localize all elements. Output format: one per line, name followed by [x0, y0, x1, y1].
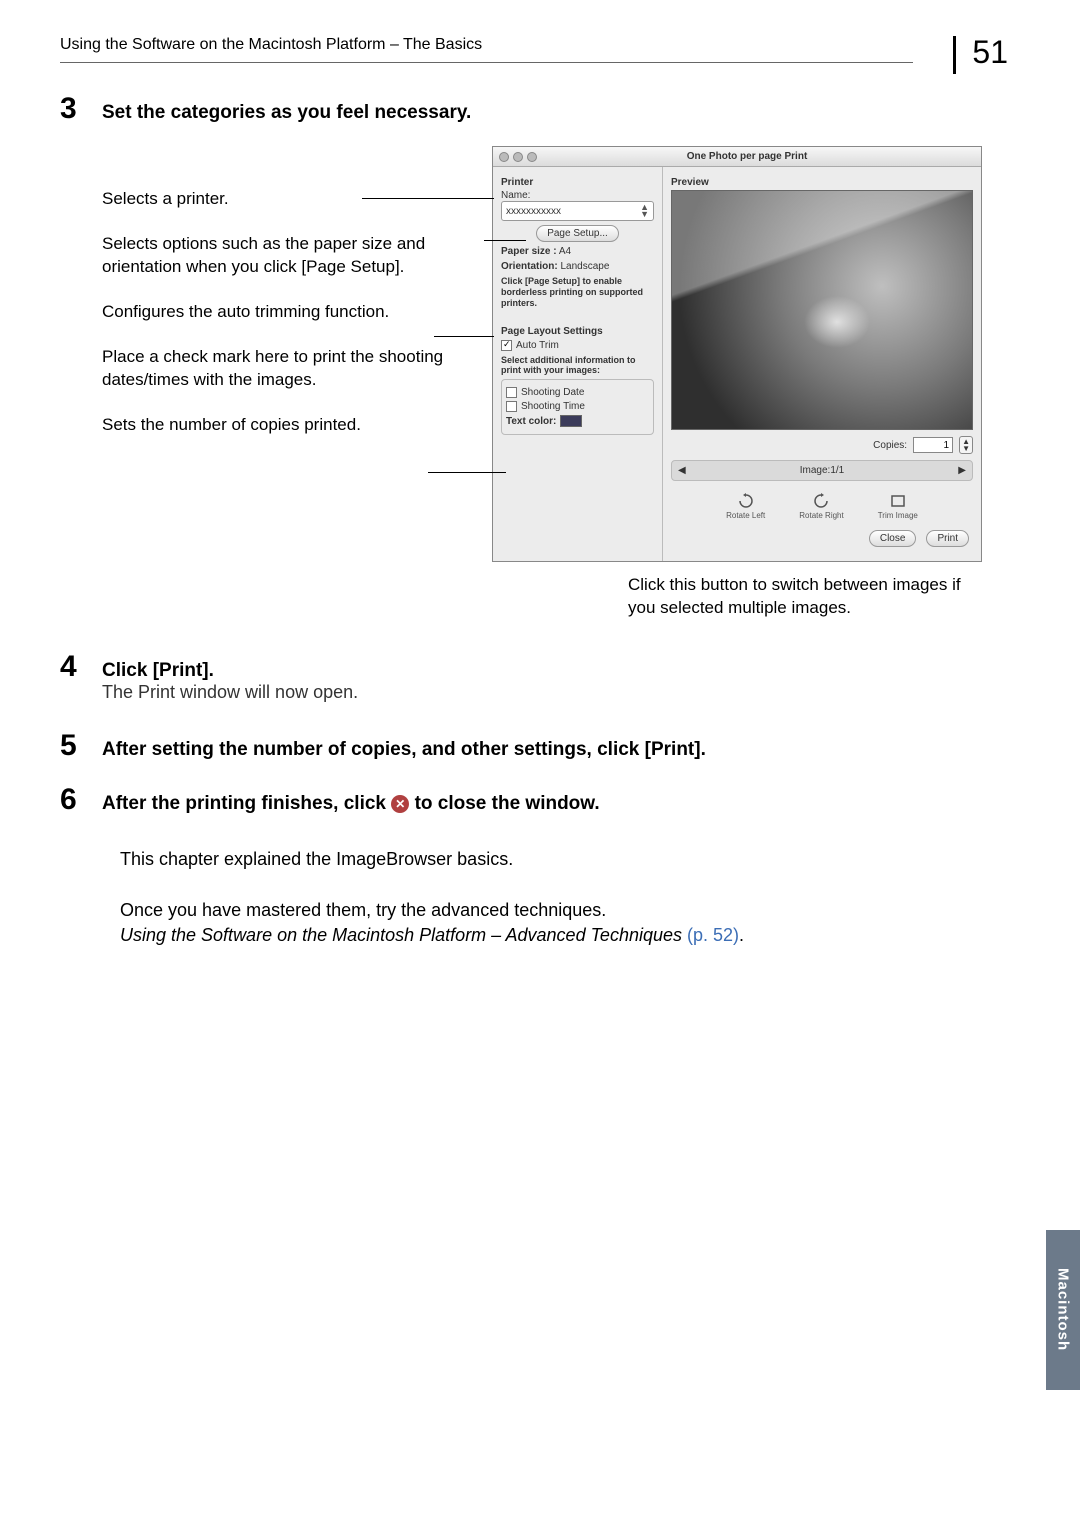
printer-select[interactable]: xxxxxxxxxxx ▲▼	[501, 201, 654, 221]
paper-size-value: A4	[559, 246, 571, 257]
additional-info-label: Select additional information to print w…	[501, 355, 654, 375]
checkbox-icon	[506, 387, 517, 398]
step-5-text: After setting the number of copies, and …	[102, 739, 706, 761]
rotate-left-icon	[737, 493, 755, 509]
window-close-icon: ✕	[391, 795, 409, 813]
callout-page-setup: Selects options such as the paper size a…	[102, 233, 492, 279]
shooting-time-checkbox[interactable]: Shooting Time	[506, 401, 649, 412]
name-label: Name:	[501, 190, 654, 201]
dialog-title: One Photo per page Print	[543, 151, 981, 162]
copies-input[interactable]	[913, 437, 953, 453]
preview-image	[671, 190, 973, 430]
paper-size-label: Paper size :	[501, 246, 557, 257]
shooting-time-label: Shooting Time	[521, 401, 585, 412]
printer-select-value: xxxxxxxxxxx	[506, 206, 561, 217]
zoom-icon[interactable]	[527, 152, 537, 162]
rotate-right-icon	[812, 493, 830, 509]
leader-line	[434, 336, 494, 337]
checkbox-icon	[501, 340, 512, 351]
leader-line	[362, 198, 494, 199]
step-6-number: 6	[60, 783, 102, 817]
shooting-date-label: Shooting Date	[521, 387, 584, 398]
shooting-date-checkbox[interactable]: Shooting Date	[506, 387, 649, 398]
chevron-updown-icon: ▲▼	[640, 204, 649, 218]
layout-heading: Page Layout Settings	[501, 326, 654, 337]
minimize-icon[interactable]	[513, 152, 523, 162]
side-tab-macintosh: Macintosh	[1046, 1230, 1080, 1390]
step-3-number: 3	[60, 92, 102, 126]
borderless-note: Click [Page Setup] to enable borderless …	[501, 276, 654, 308]
rotate-left-button[interactable]: Rotate Left	[726, 493, 765, 520]
page-setup-button[interactable]: Page Setup...	[536, 225, 619, 242]
printer-section-label: Printer	[501, 177, 654, 188]
checkbox-icon	[506, 401, 517, 412]
copies-stepper[interactable]: ▲▼	[959, 436, 973, 454]
page-reference-link[interactable]: (p. 52)	[687, 925, 739, 945]
step-5-number: 5	[60, 729, 102, 763]
page-number: 51	[953, 36, 1020, 74]
leader-line	[484, 240, 526, 241]
print-dialog: One Photo per page Print Printer Name: x…	[492, 146, 982, 562]
step-6-text: After the printing finishes, click ✕ to …	[102, 793, 600, 815]
step-3-text: Set the categories as you feel necessary…	[102, 102, 471, 124]
trim-image-button[interactable]: Trim Image	[878, 493, 918, 520]
orientation-value: Landscape	[560, 261, 609, 272]
callout-copies: Sets the number of copies printed.	[102, 414, 492, 437]
closing-reference: Using the Software on the Macintosh Plat…	[120, 925, 682, 945]
callout-printer: Selects a printer.	[102, 188, 492, 211]
rotate-right-button[interactable]: Rotate Right	[799, 493, 843, 520]
running-head: Using the Software on the Macintosh Plat…	[60, 36, 913, 63]
text-color-swatch[interactable]	[560, 415, 582, 427]
orientation-label: Orientation:	[501, 261, 558, 272]
window-controls[interactable]	[493, 152, 543, 162]
closing-line-2: Once you have mastered them, try the adv…	[120, 900, 606, 920]
close-icon[interactable]	[499, 152, 509, 162]
callout-image-switch: Click this button to switch between imag…	[628, 574, 988, 620]
auto-trim-checkbox[interactable]: Auto Trim	[501, 340, 654, 351]
dialog-titlebar: One Photo per page Print	[493, 147, 981, 167]
step-4-number: 4	[60, 650, 102, 684]
preview-label: Preview	[671, 177, 973, 188]
image-counter: Image:1/1	[800, 465, 844, 476]
copies-label: Copies:	[873, 440, 907, 451]
auto-trim-label: Auto Trim	[516, 340, 559, 351]
print-button[interactable]: Print	[926, 530, 969, 547]
crop-icon	[889, 493, 907, 509]
leader-line	[428, 472, 506, 473]
next-image-button[interactable]: ▶	[958, 465, 966, 476]
step-4-subtext: The Print window will now open.	[102, 682, 358, 703]
callout-shooting-dates: Place a check mark here to print the sho…	[102, 346, 492, 392]
closing-line-1: This chapter explained the ImageBrowser …	[120, 847, 960, 872]
prev-image-button[interactable]: ◀	[678, 465, 686, 476]
close-button[interactable]: Close	[869, 530, 917, 547]
step-4-text: Click [Print].	[102, 660, 358, 682]
callout-auto-trim: Configures the auto trimming function.	[102, 301, 492, 324]
text-color-label: Text color:	[506, 416, 556, 427]
